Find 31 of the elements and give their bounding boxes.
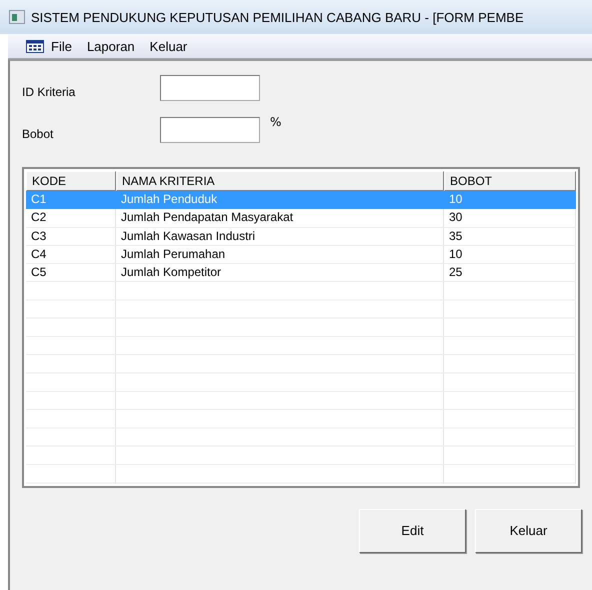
unit-label: % <box>270 115 282 129</box>
table-cell: C4 <box>26 246 116 264</box>
column-header[interactable]: KODE <box>26 171 116 191</box>
window-title: SISTEM PENDUKUNG KEPUTUSAN PEMILIHAN CABANG BARU - [FORM PEMBE <box>31 10 524 24</box>
window-icon <box>9 10 25 24</box>
table-cell: Jumlah Pendapatan Masyarakat <box>116 209 444 228</box>
table-cell: Jumlah Kawasan Industri <box>116 228 444 246</box>
table-icon <box>26 40 44 52</box>
field-label: Bobot <box>22 126 54 141</box>
table-row[interactable]: C3 Jumlah Kawasan Industri 35 <box>26 228 576 246</box>
table-cell: Jumlah Penduduk <box>116 191 444 210</box>
table-cell: 35 <box>444 228 576 246</box>
menu-item[interactable]: Laporan <box>86 38 135 54</box>
input-field[interactable] <box>160 75 260 101</box>
column-header[interactable]: BOBOT <box>444 171 576 191</box>
action-button[interactable]: Keluar <box>475 508 582 553</box>
table-cell: 10 <box>444 191 576 210</box>
menu-item[interactable]: File <box>51 38 72 54</box>
input-field[interactable] <box>160 117 260 143</box>
column-header[interactable]: NAMA KRITERIA <box>116 171 444 191</box>
table-cell: C2 <box>26 209 116 228</box>
table-cell: Jumlah Perumahan <box>116 246 444 264</box>
table-cell: C1 <box>26 191 116 210</box>
table-row[interactable]: C4 Jumlah Perumahan 10 <box>26 246 576 264</box>
table-cell: 10 <box>444 246 576 264</box>
table-cell: C3 <box>26 228 116 246</box>
action-button[interactable]: Edit <box>359 508 466 553</box>
field-label: ID Kriteria <box>22 84 76 99</box>
table-cell: 30 <box>444 209 576 228</box>
menu-item[interactable]: Keluar <box>150 38 188 54</box>
table-row[interactable]: C2 Jumlah Pendapatan Masyarakat 30 <box>26 209 576 228</box>
